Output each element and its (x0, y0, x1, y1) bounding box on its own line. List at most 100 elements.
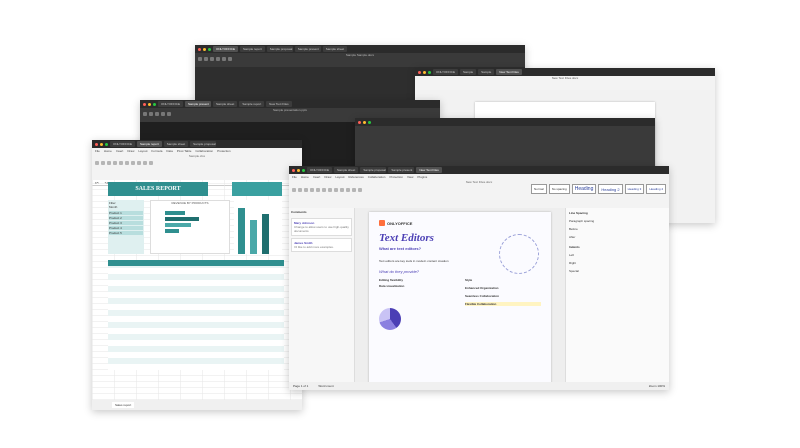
maximize-dot[interactable] (105, 142, 108, 146)
maximize-dot[interactable] (428, 70, 431, 74)
tab[interactable]: Sample sheet (212, 101, 238, 107)
tool-icon[interactable] (161, 112, 165, 116)
menu-item[interactable]: Pivot Table (177, 149, 192, 153)
panel-item[interactable]: Before (569, 227, 666, 231)
tool-icon[interactable] (131, 161, 135, 165)
tool-icon[interactable] (340, 188, 344, 192)
sheet-tab[interactable]: Sales report (112, 402, 135, 408)
minimize-dot[interactable] (423, 70, 426, 74)
tool-icon[interactable] (107, 161, 111, 165)
tab[interactable]: ONLYOFFICE (158, 101, 183, 107)
tool-icon[interactable] (346, 188, 350, 192)
tool-icon[interactable] (95, 161, 99, 165)
tab[interactable]: Sample proposal (266, 46, 293, 52)
menu-item[interactable]: References (348, 175, 363, 179)
minimize-dot[interactable] (148, 102, 151, 106)
tab[interactable]: Sample sheet (163, 141, 189, 147)
tool-icon[interactable] (228, 57, 232, 61)
tool-icon[interactable] (210, 57, 214, 61)
tab[interactable]: Sample sheet (333, 167, 359, 173)
tool-icon[interactable] (204, 57, 208, 61)
maximize-dot[interactable] (208, 47, 211, 51)
tool-icon[interactable] (222, 57, 226, 61)
close-dot[interactable] (292, 168, 295, 172)
style-option[interactable]: Heading 3 (624, 184, 645, 194)
menu-item[interactable]: Draw (127, 149, 134, 153)
tool-icon[interactable] (143, 112, 147, 116)
tool-icon[interactable] (304, 188, 308, 192)
tool-icon[interactable] (322, 188, 326, 192)
menu-item[interactable]: Plugins (417, 175, 427, 179)
data-table[interactable] (108, 260, 284, 370)
close-dot[interactable] (143, 102, 146, 106)
sheet-grid[interactable]: SALES REPORT Filter Month Product 1 Prod… (92, 180, 302, 400)
menu-item[interactable]: File (95, 149, 100, 153)
panel-item[interactable]: Right (569, 261, 666, 265)
tab[interactable]: Sample report (239, 101, 265, 107)
column-chart[interactable] (234, 200, 282, 254)
filter-option[interactable]: Product 4 (109, 226, 143, 230)
chart-area[interactable]: REVENUE BY PRODUCTS (150, 200, 230, 254)
menu-item[interactable]: Protection (217, 149, 231, 153)
tool-icon[interactable] (119, 161, 123, 165)
minimize-dot[interactable] (100, 142, 103, 146)
tool-icon[interactable] (216, 57, 220, 61)
filter-option[interactable]: Product 5 (109, 231, 143, 235)
menu-item[interactable]: Home (301, 175, 309, 179)
tool-icon[interactable] (167, 112, 171, 116)
minimize-dot[interactable] (363, 120, 366, 124)
maximize-dot[interactable] (368, 120, 371, 124)
tab[interactable]: ONLYOFFICE (110, 141, 135, 147)
maximize-dot[interactable] (302, 168, 305, 172)
filter-option[interactable]: Product 2 (109, 216, 143, 220)
comment-card[interactable]: James Smith I'd like to add more example… (291, 238, 352, 252)
close-dot[interactable] (358, 120, 361, 124)
tool-icon[interactable] (113, 161, 117, 165)
tool-icon[interactable] (298, 188, 302, 192)
tool-icon[interactable] (143, 161, 147, 165)
filter-option[interactable]: Product 1 (109, 211, 143, 215)
tab[interactable]: Sample proposal (360, 167, 387, 173)
style-option[interactable]: No spacing (548, 184, 570, 194)
menu-item[interactable]: Insert (313, 175, 321, 179)
menu-item[interactable]: Collaboration (368, 175, 386, 179)
style-option[interactable]: Heading (571, 184, 597, 194)
panel-item[interactable]: Left (569, 253, 666, 257)
tool-icon[interactable] (334, 188, 338, 192)
close-dot[interactable] (198, 47, 201, 51)
comment-card[interactable]: Mary Johnson Change to allow users to us… (291, 218, 352, 236)
tool-icon[interactable] (149, 112, 153, 116)
tool-icon[interactable] (149, 161, 153, 165)
tab[interactable]: ONLYOFFICE (213, 46, 238, 52)
menu-item[interactable]: Formula (151, 149, 162, 153)
menu-item[interactable]: Insert (116, 149, 124, 153)
filter-option[interactable]: Product 3 (109, 221, 143, 225)
tool-icon[interactable] (101, 161, 105, 165)
tab[interactable]: New Text Files (496, 69, 522, 75)
tab[interactable]: Sample sheet (322, 46, 348, 52)
tab[interactable]: Sample (459, 69, 477, 75)
style-option[interactable]: Normal (531, 184, 547, 194)
panel-item[interactable]: After (569, 235, 666, 239)
word-count[interactable]: Word count (318, 384, 333, 388)
tool-icon[interactable] (310, 188, 314, 192)
tab[interactable]: New Text Files (266, 101, 292, 107)
tab[interactable]: Sample proposal (190, 141, 217, 147)
zoom-level[interactable]: Zoom 100% (649, 384, 665, 388)
maximize-dot[interactable] (153, 102, 156, 106)
minimize-dot[interactable] (297, 168, 300, 172)
close-dot[interactable] (95, 142, 98, 146)
menu-item[interactable]: File (292, 175, 297, 179)
tab[interactable]: Sample report (136, 141, 162, 147)
menu-item[interactable]: Home (104, 149, 112, 153)
tool-icon[interactable] (125, 161, 129, 165)
menu-item[interactable]: Collaboration (195, 149, 213, 153)
tool-icon[interactable] (328, 188, 332, 192)
menu-item[interactable]: Layout (138, 149, 147, 153)
tool-icon[interactable] (155, 112, 159, 116)
panel-item[interactable]: Indents (569, 245, 666, 249)
tab[interactable]: Sample present (184, 101, 211, 107)
tool-icon[interactable] (352, 188, 356, 192)
tab[interactable]: Sample present (388, 167, 415, 173)
tool-icon[interactable] (292, 188, 296, 192)
